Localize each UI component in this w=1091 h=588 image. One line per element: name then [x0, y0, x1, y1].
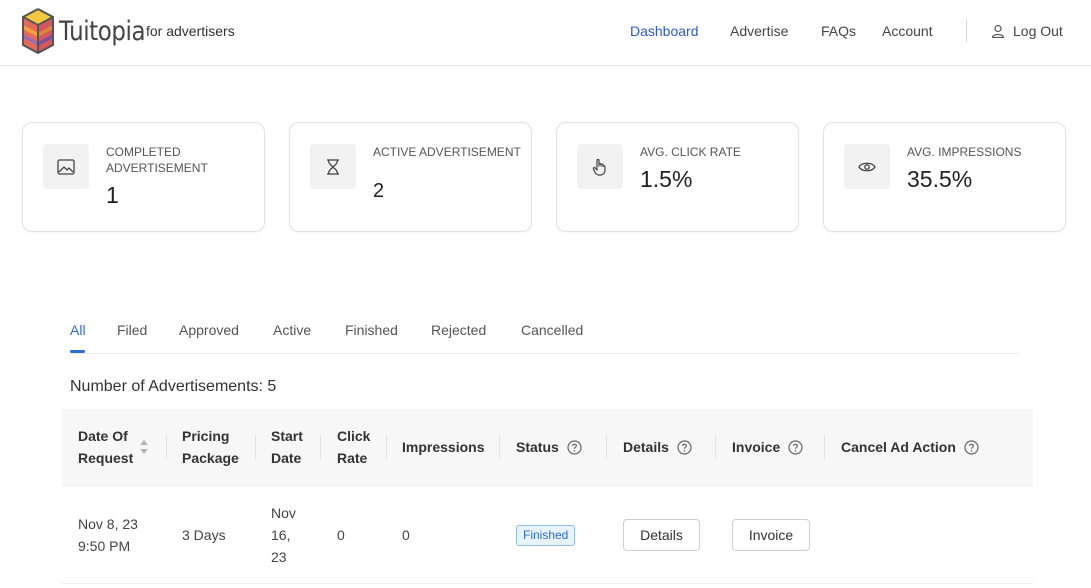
- nav-account[interactable]: Account: [882, 23, 933, 39]
- col-status: Status: [516, 436, 582, 458]
- col-click-line2: Rate: [337, 450, 368, 466]
- column-separator: [606, 435, 607, 459]
- nav-dashboard[interactable]: Dashboard: [630, 23, 699, 39]
- help-icon[interactable]: [964, 439, 979, 455]
- col-cancel-label: Cancel Ad Action: [841, 439, 956, 455]
- nav-divider: [966, 20, 967, 42]
- tab-rejected[interactable]: Rejected: [431, 322, 486, 338]
- status-badge: Finished: [516, 525, 576, 546]
- stat-card-impressions: AVG. IMPRESSIONS 35.5%: [823, 122, 1066, 232]
- logout-button[interactable]: Log Out: [991, 23, 1063, 39]
- col-start-line2: Date: [271, 450, 302, 466]
- cell-date-line1: Nov 8, 23: [78, 516, 138, 532]
- col-date-line1: Date Of: [78, 428, 128, 444]
- stat-value: 35.5%: [907, 166, 973, 192]
- col-details: Details: [623, 436, 692, 458]
- tab-finished[interactable]: Finished: [345, 322, 398, 338]
- cell-start-line3: 23: [271, 549, 287, 565]
- col-impressions: Impressions: [402, 436, 484, 458]
- invoice-button[interactable]: Invoice: [732, 519, 810, 551]
- eye-icon: [844, 144, 890, 189]
- tabs-divider: [70, 353, 1018, 354]
- col-invoice-label: Invoice: [732, 439, 781, 455]
- details-button[interactable]: Details: [623, 519, 700, 551]
- col-start-line1: Start: [271, 428, 303, 444]
- nav-faqs[interactable]: FAQs: [821, 23, 856, 39]
- tab-cancelled[interactable]: Cancelled: [521, 322, 583, 338]
- tab-all[interactable]: All: [70, 322, 86, 338]
- stat-label: ACTIVE ADVERTISEMENT: [373, 145, 521, 159]
- image-icon: [43, 144, 89, 189]
- col-invoice: Invoice: [732, 436, 803, 458]
- cell-start-line1: Nov: [271, 505, 296, 521]
- cube-logo-icon: [22, 8, 54, 55]
- tab-approved[interactable]: Approved: [179, 322, 239, 338]
- cell-pricing-package: 3 Days: [182, 527, 226, 543]
- col-date-line2: Request: [78, 450, 134, 466]
- col-cancel-ad-action: Cancel Ad Action: [841, 436, 979, 458]
- help-icon[interactable]: [788, 439, 803, 455]
- column-separator: [320, 435, 321, 459]
- cell-start-date: Nov 16, 23: [271, 502, 296, 568]
- col-date-of-request[interactable]: Date Of Request: [78, 425, 133, 469]
- stat-value: 1.5%: [640, 166, 693, 192]
- col-details-label: Details: [623, 439, 669, 455]
- col-pkg-line1: Pricing: [182, 428, 230, 444]
- top-header: Tuitopia for advertisers Dashboard Adver…: [0, 0, 1091, 66]
- col-start-date: Start Date: [271, 425, 303, 469]
- cell-date-of-request: Nov 8, 23 9:50 PM: [78, 513, 138, 557]
- hourglass-icon: [310, 144, 356, 189]
- user-icon: [991, 24, 1005, 38]
- tab-filed[interactable]: Filed: [117, 322, 147, 338]
- stat-card-click-rate: AVG. CLICK RATE 1.5%: [556, 122, 799, 232]
- column-separator: [166, 435, 167, 459]
- logout-label: Log Out: [1013, 23, 1063, 39]
- cell-impressions: 0: [402, 527, 410, 543]
- stat-card-active: ACTIVE ADVERTISEMENT 2: [289, 122, 532, 232]
- stat-value: 2: [373, 180, 385, 202]
- col-status-label: Status: [516, 439, 559, 455]
- col-pkg-line2: Package: [182, 450, 239, 466]
- cell-click-rate: 0: [337, 527, 345, 543]
- help-icon[interactable]: [567, 439, 582, 455]
- cell-start-line2: 16,: [271, 527, 291, 543]
- stat-label: COMPLETED ADVERTISEMENT: [106, 145, 208, 175]
- column-separator: [499, 435, 500, 459]
- cell-date-line2: 9:50 PM: [78, 538, 131, 554]
- sort-icon[interactable]: [139, 439, 149, 455]
- advertisement-count: Number of Advertisements: 5: [70, 378, 277, 395]
- help-icon[interactable]: [677, 439, 692, 455]
- col-click-rate: Click Rate: [337, 425, 370, 469]
- stat-card-completed: COMPLETED ADVERTISEMENT 1: [22, 122, 265, 232]
- pointer-hand-icon: [577, 144, 623, 189]
- column-separator: [824, 435, 825, 459]
- column-separator: [386, 435, 387, 459]
- nav-advertise[interactable]: Advertise: [730, 23, 788, 39]
- column-separator: [715, 435, 716, 459]
- col-click-line1: Click: [337, 428, 371, 444]
- tab-active[interactable]: Active: [273, 322, 311, 338]
- brand-name: Tuitopia: [59, 15, 146, 47]
- table-header: Date Of Request Pricing Package Start Da…: [62, 409, 1033, 486]
- col-impressions-label: Impressions: [402, 439, 485, 455]
- col-pricing-package: Pricing Package: [182, 425, 239, 469]
- stat-label: AVG. CLICK RATE: [640, 145, 741, 159]
- stat-label: AVG. IMPRESSIONS: [907, 145, 1022, 159]
- table-row: Nov 8, 23 9:50 PM 3 Days Nov 16, 23 0 0 …: [62, 486, 1033, 584]
- tuitopia-logo[interactable]: Tuitopia: [21, 7, 160, 55]
- brand-subtitle: for advertisers: [146, 23, 235, 39]
- column-separator: [255, 435, 256, 459]
- stat-value: 1: [106, 182, 119, 208]
